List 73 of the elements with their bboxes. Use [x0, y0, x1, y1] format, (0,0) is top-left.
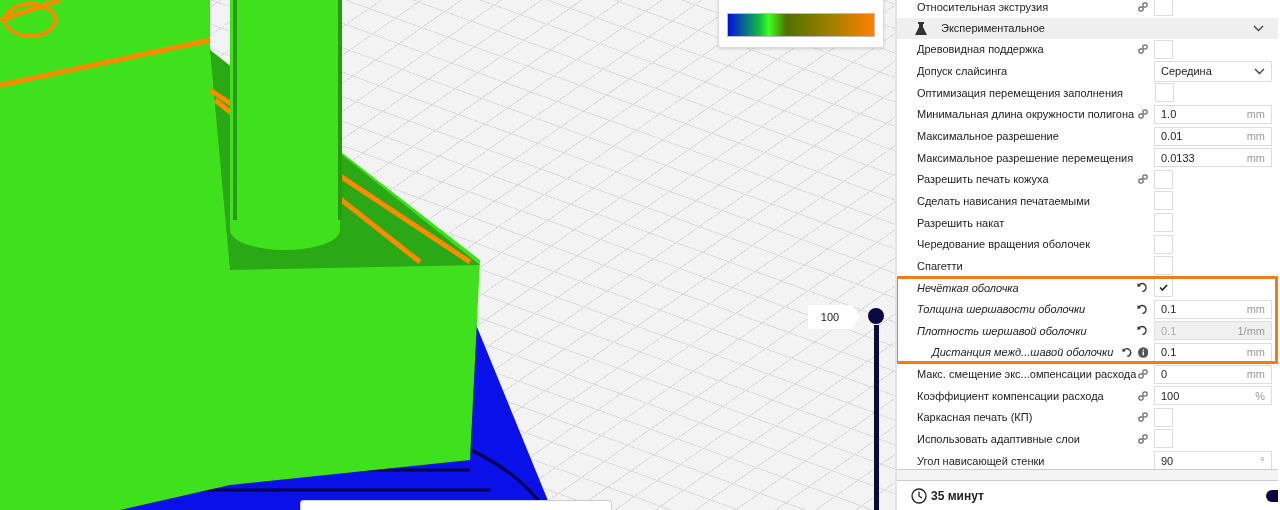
field-value: 0.1	[1161, 324, 1177, 337]
layer-slider-handle[interactable]	[868, 308, 884, 324]
unit-label: mm	[1246, 130, 1265, 142]
setting-label: Толщина шершавости оболочки	[917, 303, 1087, 316]
setting-label: Каркасная печать (КП)	[917, 411, 1034, 424]
field-value: 1.0	[1161, 108, 1177, 121]
number-field[interactable]: 0 mm	[1154, 364, 1272, 384]
flask-icon	[915, 21, 927, 35]
unit-label: %	[1255, 389, 1265, 402]
setting-label: Плотность шершавой оболочки	[917, 324, 1088, 337]
number-field[interactable]: 0.1 mm	[1154, 299, 1272, 319]
unit-label: mm	[1246, 346, 1265, 359]
field-value: 0.1	[1161, 303, 1177, 316]
checkbox[interactable]	[1154, 278, 1173, 297]
reset-icon[interactable]	[1137, 325, 1148, 337]
number-field[interactable]: 1.0 mm	[1154, 104, 1272, 124]
section-header[interactable]: Экспериментальное	[897, 17, 1278, 39]
setting-label: Разрешить накат	[917, 216, 1006, 229]
checkbox[interactable]	[1154, 407, 1173, 427]
unit-label: mm	[1246, 368, 1265, 381]
checkbox[interactable]	[1154, 213, 1173, 233]
clock-icon	[911, 487, 927, 504]
field-value: 0	[1161, 368, 1168, 381]
dropdown[interactable]: Середина	[1154, 60, 1272, 82]
unit-label: mm	[1246, 151, 1265, 164]
field-value: 100	[1161, 389, 1180, 402]
number-field[interactable]: 100 %	[1154, 386, 1272, 406]
unit-label: 1/mm	[1237, 324, 1265, 337]
unit-label: °	[1260, 454, 1265, 467]
field-value: 0.1	[1161, 346, 1177, 359]
number-field[interactable]: 0.0133 mm	[1154, 148, 1272, 168]
unit-label: mm	[1246, 108, 1265, 121]
layer-slider-fill[interactable]	[874, 325, 879, 510]
setting-label: Максимальное разрешение перемещения	[917, 151, 1134, 164]
setting-label: Относительная экструзия	[917, 0, 1050, 13]
setting-label: Оптимизация перемещения заполнения	[917, 86, 1124, 99]
checkbox[interactable]	[1154, 234, 1173, 254]
checkmark-icon	[1159, 284, 1168, 291]
checkbox[interactable]	[1154, 83, 1174, 103]
checkbox[interactable]	[1154, 191, 1173, 211]
setting-label: Допуск слайсинга	[917, 65, 1009, 78]
section-title: Экспериментальное	[941, 22, 1046, 35]
checkbox[interactable]	[1154, 169, 1173, 189]
setting-label: Макс. смещение экс...омпенсации расхода	[917, 368, 1137, 381]
print-time: 35 минут	[931, 488, 984, 503]
checkbox[interactable]	[1154, 39, 1173, 59]
setting-label: Спагетти	[917, 259, 964, 272]
unit-label: mm	[1246, 303, 1265, 316]
checkbox[interactable]	[1154, 256, 1173, 276]
setting-label: Минимальная длина окружности полигона	[917, 108, 1135, 121]
setting-label: Дистанция межд...шавой оболочки	[932, 346, 1115, 359]
chevron-icon	[1254, 67, 1265, 75]
checkbox[interactable]	[1154, 0, 1173, 17]
setting-label: Максимальное разрешение	[917, 130, 1060, 142]
number-field[interactable]: 0.01 mm	[1154, 126, 1272, 146]
checkbox[interactable]	[1154, 429, 1173, 449]
field-value: 0.0133	[1161, 151, 1195, 164]
setting-label: Нечёткая оболочка	[917, 281, 1020, 294]
setting-label: Использовать адаптивные слои	[917, 433, 1081, 445]
field-value: 0.01	[1161, 130, 1183, 142]
reset-icon[interactable]	[1122, 346, 1133, 358]
reset-icon[interactable]	[1137, 282, 1148, 293]
reset-icon[interactable]	[1137, 303, 1148, 315]
setting-label: Древовидная поддержка	[917, 43, 1045, 56]
setting-label: Чередование вращения оболочек	[917, 238, 1091, 251]
layer-number-label: 100	[808, 305, 860, 329]
setting-label: Разрешить печать кожуха	[917, 173, 1050, 186]
setting-label: Коэффициент компенсации расхода	[917, 389, 1105, 402]
field-value: 90	[1161, 454, 1174, 467]
circle-icon[interactable]	[1266, 489, 1278, 502]
number-field[interactable]: 90 °	[1154, 451, 1272, 469]
setting-label: Угол нависающей стенки	[917, 454, 1046, 467]
setting-label: Сделать нависания печатаемыми	[917, 194, 1091, 207]
